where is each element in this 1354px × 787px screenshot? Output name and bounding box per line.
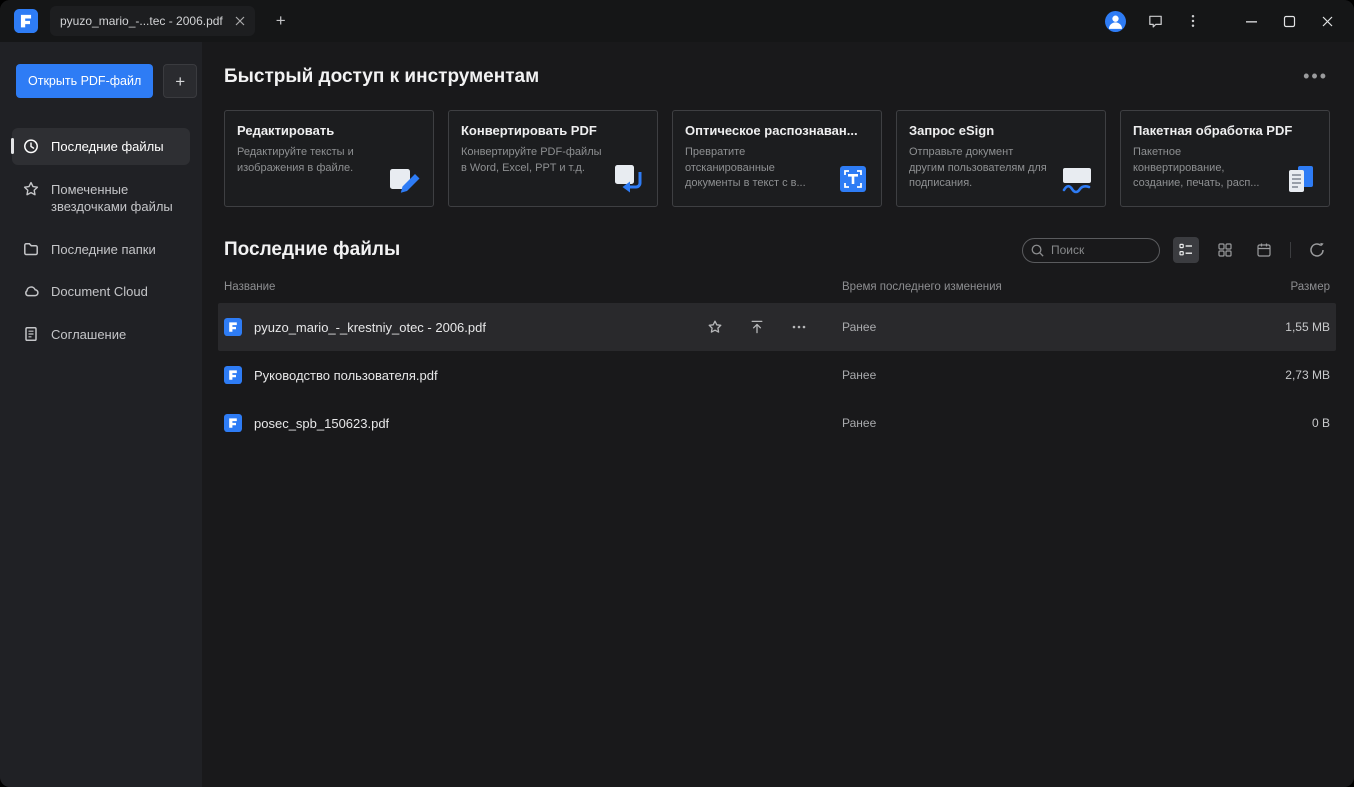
card-title: Конвертировать PDF bbox=[461, 123, 645, 138]
search-icon bbox=[1030, 243, 1045, 258]
row-more-options-icon[interactable] bbox=[790, 318, 808, 336]
refresh-button[interactable] bbox=[1304, 237, 1330, 263]
ocr-icon bbox=[835, 161, 871, 197]
titlebar-actions bbox=[1105, 6, 1342, 36]
open-pdf-button[interactable]: Открыть PDF-файл bbox=[16, 64, 153, 98]
sidebar-item-recent-files[interactable]: Последние файлы bbox=[12, 128, 190, 165]
close-window-button[interactable] bbox=[1312, 6, 1342, 36]
batch-icon bbox=[1283, 161, 1319, 197]
sidebar-nav: Последние файлы Помеченные звездочками ф… bbox=[0, 128, 202, 352]
agreement-icon bbox=[22, 325, 40, 343]
kebab-menu-button[interactable] bbox=[1184, 10, 1202, 32]
table-row[interactable]: posec_spb_150623.pdf Ранее 0 B bbox=[224, 399, 1330, 447]
recent-files-toolbar bbox=[1022, 237, 1330, 263]
tool-card-esign[interactable]: Запрос eSign Отправьте документ другим п… bbox=[896, 110, 1106, 207]
file-modified: Ранее bbox=[842, 416, 1172, 430]
main-content: Быстрый доступ к инструментам ••• Редакт… bbox=[202, 42, 1354, 787]
row-actions bbox=[706, 318, 808, 336]
titlebar: pyuzo_mario_-...tec - 2006.pdf + bbox=[0, 0, 1354, 42]
sidebar-item-agreement[interactable]: Соглашение bbox=[12, 316, 190, 353]
file-modified: Ранее bbox=[842, 368, 1172, 382]
star-icon bbox=[22, 180, 40, 198]
app-window: pyuzo_mario_-...tec - 2006.pdf + bbox=[0, 0, 1354, 787]
sidebar-item-label: Последние папки bbox=[51, 240, 156, 259]
toolbar-divider bbox=[1290, 242, 1291, 258]
table-header: Название Время последнего изменения Разм… bbox=[224, 275, 1330, 303]
calendar-sort-button[interactable] bbox=[1251, 237, 1277, 263]
column-header-name[interactable]: Название bbox=[224, 281, 842, 293]
table-row[interactable]: Руководство пользователя.pdf Ранее 2,73 … bbox=[224, 351, 1330, 399]
sidebar-item-label: Document Cloud bbox=[51, 282, 148, 301]
sidebar-item-document-cloud[interactable]: Document Cloud bbox=[12, 273, 190, 310]
cloud-icon bbox=[22, 282, 40, 300]
user-avatar-button[interactable] bbox=[1105, 11, 1126, 32]
maximize-button[interactable] bbox=[1274, 6, 1304, 36]
file-size: 0 B bbox=[1172, 416, 1330, 430]
open-file-location-icon[interactable] bbox=[748, 318, 766, 336]
file-name: posec_spb_150623.pdf bbox=[254, 416, 389, 431]
tool-card-edit[interactable]: Редактировать Редактируйте тексты и изоб… bbox=[224, 110, 434, 207]
card-title: Запрос eSign bbox=[909, 123, 1093, 138]
search-box bbox=[1022, 238, 1160, 263]
tab-title: pyuzo_mario_-...tec - 2006.pdf bbox=[60, 14, 223, 28]
pdf-file-icon bbox=[224, 366, 242, 384]
table-row[interactable]: pyuzo_mario_-_krestniy_otec - 2006.pdf bbox=[218, 303, 1336, 351]
card-title: Редактировать bbox=[237, 123, 421, 138]
new-tab-button[interactable]: + bbox=[269, 9, 293, 33]
sidebar-item-recent-folders[interactable]: Последние папки bbox=[12, 231, 190, 268]
tool-card-ocr[interactable]: Оптическое распознаван... Превратите отс… bbox=[672, 110, 882, 207]
edit-icon bbox=[387, 161, 423, 197]
card-title: Пакетная обработка PDF bbox=[1133, 123, 1317, 138]
window-controls bbox=[1236, 6, 1342, 36]
recent-files-table: Название Время последнего изменения Разм… bbox=[224, 275, 1330, 447]
sidebar-item-label: Помеченные звездочками файлы bbox=[51, 180, 180, 216]
quick-access-cards: Редактировать Редактируйте тексты и изоб… bbox=[224, 110, 1330, 207]
folder-icon bbox=[22, 240, 40, 258]
card-title: Оптическое распознаван... bbox=[685, 123, 869, 138]
file-name: Руководство пользователя.pdf bbox=[254, 368, 438, 383]
recent-files-title: Последние файлы bbox=[224, 239, 400, 261]
sidebar-item-label: Последние файлы bbox=[51, 137, 164, 156]
file-size: 2,73 MB bbox=[1172, 368, 1330, 382]
column-header-modified[interactable]: Время последнего изменения bbox=[842, 281, 1172, 293]
sidebar: Открыть PDF-файл + Последние файлы Помеч… bbox=[0, 42, 202, 787]
feedback-chat-button[interactable] bbox=[1144, 10, 1166, 32]
sidebar-item-starred-files[interactable]: Помеченные звездочками файлы bbox=[12, 171, 190, 225]
quick-access-title: Быстрый доступ к инструментам bbox=[224, 66, 539, 88]
tool-card-convert[interactable]: Конвертировать PDF Конвертируйте PDF-фай… bbox=[448, 110, 658, 207]
esign-icon bbox=[1059, 161, 1095, 197]
pdfelement-logo-icon bbox=[14, 9, 38, 33]
tool-card-batch[interactable]: Пакетная обработка PDF Пакетное конверти… bbox=[1120, 110, 1330, 207]
list-view-button[interactable] bbox=[1173, 237, 1199, 263]
file-name: pyuzo_mario_-_krestniy_otec - 2006.pdf bbox=[254, 320, 486, 335]
file-size: 1,55 MB bbox=[1172, 320, 1330, 334]
more-options-icon[interactable]: ••• bbox=[1301, 69, 1330, 84]
file-modified: Ранее bbox=[842, 320, 1172, 334]
convert-icon bbox=[611, 161, 647, 197]
tab-close-icon[interactable] bbox=[235, 16, 245, 26]
clock-history-icon bbox=[22, 137, 40, 155]
pdf-file-icon bbox=[224, 414, 242, 432]
pdf-file-icon bbox=[224, 318, 242, 336]
column-header-size[interactable]: Размер bbox=[1172, 281, 1330, 293]
document-tab[interactable]: pyuzo_mario_-...tec - 2006.pdf bbox=[50, 6, 255, 36]
sidebar-item-label: Соглашение bbox=[51, 325, 126, 344]
grid-view-button[interactable] bbox=[1212, 237, 1238, 263]
favorite-star-icon[interactable] bbox=[706, 318, 724, 336]
minimize-button[interactable] bbox=[1236, 6, 1266, 36]
add-file-button[interactable]: + bbox=[163, 64, 197, 98]
